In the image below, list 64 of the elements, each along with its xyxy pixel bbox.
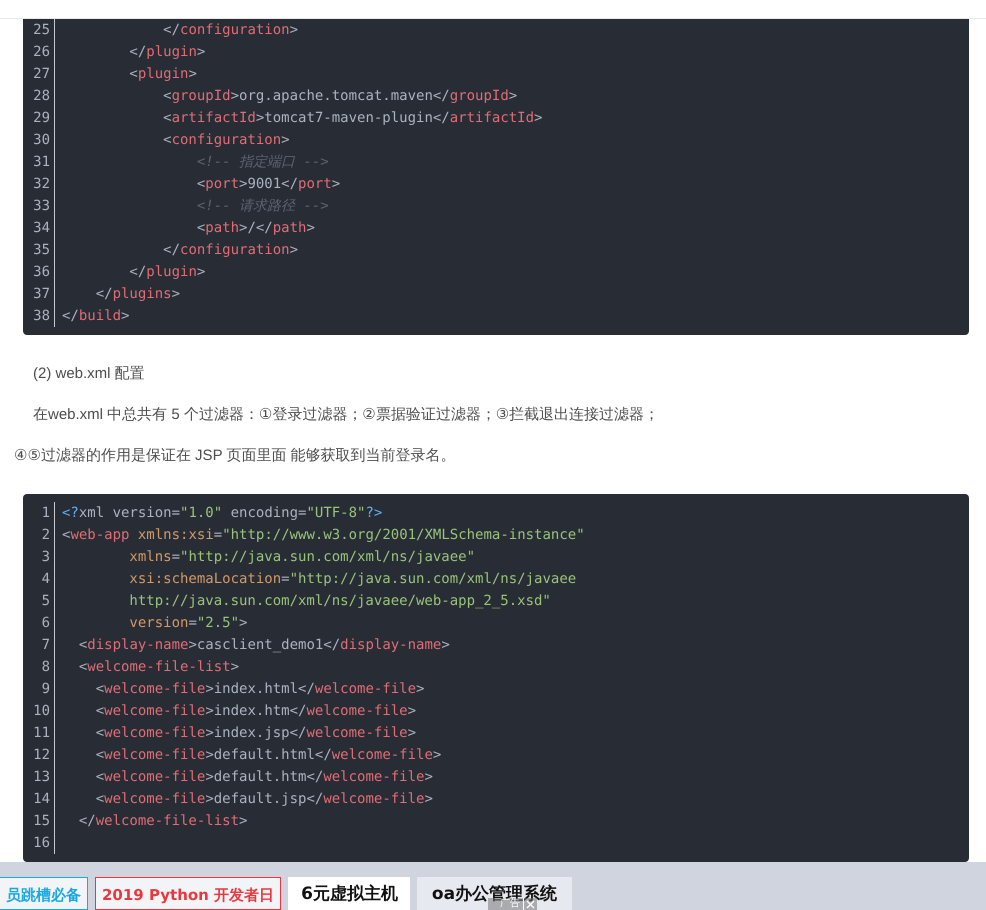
code-line: <!-- 请求路径 -->: [196, 197, 329, 216]
code-line: <welcome-file>default.htm</welcome-file>: [94, 768, 433, 787]
line-number: 15: [32, 812, 51, 831]
code-line: </plugin>: [128, 43, 206, 62]
code-line: version="2.5">: [128, 614, 248, 633]
ad-link[interactable]: 2019 Python 开发者日: [95, 877, 282, 910]
code-line: <display-name>casclient_demo1</display-name>: [78, 636, 450, 655]
paragraph: (2) web.xml 配置: [33, 364, 146, 384]
paragraph: ④⑤过滤器的作用是保证在 JSP 页面里面 能够获取到当前登录名。: [14, 446, 457, 466]
line-number: 5: [40, 592, 51, 611]
line-number: 14: [32, 790, 51, 809]
line-number: 12: [32, 746, 51, 765]
code-line: <artifactId>tomcat7-maven-plugin</artifactId>: [162, 109, 542, 128]
code-line: </build>: [62, 307, 130, 326]
code-line: </plugins>: [94, 285, 180, 304]
code-line: <welcome-file>default.html</welcome-file>: [94, 746, 442, 765]
code-line: <welcome-file>index.htm</welcome-file>: [94, 702, 416, 721]
paragraph: 在web.xml 中总共有 5 个过滤器：①登录过滤器；②票据验证过滤器；③拦截退出连接过滤器；: [33, 405, 660, 425]
line-number: 37: [32, 285, 51, 304]
code-line: <plugin>: [128, 65, 197, 84]
code-line: <!-- 指定端口 -->: [196, 153, 329, 172]
line-number: 3: [40, 548, 51, 567]
code-line: </configuration>: [162, 241, 298, 260]
code-line: <welcome-file>index.html</welcome-file>: [94, 680, 424, 699]
code-line: <port>9001</port>: [196, 175, 340, 194]
code-line: </welcome-file-list>: [78, 812, 248, 831]
code-line: <?xml version="1.0" encoding="UTF-8"?>: [62, 504, 382, 523]
code-line: http://java.sun.com/xml/ns/javaee/web-app_2_5.xsd": [128, 592, 551, 611]
line-number: 38: [32, 307, 51, 326]
line-number: 28: [32, 87, 51, 106]
line-number: 9: [40, 680, 51, 699]
line-number: 11: [32, 724, 51, 743]
line-number: 10: [32, 702, 51, 721]
line-number: 1: [40, 504, 51, 523]
ad-link[interactable]: 6元虚拟主机: [288, 877, 410, 910]
line-number: 25: [32, 21, 51, 40]
code-line: <web-app xmlns:xsi="http://www.w3.org/2001/XMLSchema-instance": [62, 526, 585, 545]
line-number: 34: [32, 219, 51, 238]
line-number: 33: [32, 197, 51, 216]
line-number: 6: [40, 614, 51, 633]
code-line: <path>/</path>: [196, 219, 315, 238]
code-line: xmlns="http://java.sun.com/xml/ns/javaee": [128, 548, 476, 567]
code-line: </configuration>: [162, 21, 298, 40]
line-number: 4: [40, 570, 51, 589]
line-number: 7: [40, 636, 51, 655]
code-line: <welcome-file-list>: [78, 658, 240, 677]
line-number: 26: [32, 43, 51, 62]
line-number: 30: [32, 131, 51, 150]
line-number: 2: [40, 526, 51, 545]
line-number: 16: [32, 834, 51, 853]
code-line: <groupId>org.apache.tomcat.maven</groupId>: [162, 87, 518, 106]
line-number: 13: [32, 768, 51, 787]
line-number: 8: [40, 658, 51, 677]
code-line: </plugin>: [128, 263, 206, 282]
code-line: <welcome-file>default.jsp</welcome-file>: [94, 790, 433, 809]
code-line: xsi:schemaLocation="http://java.sun.com/xml/ns/javaee: [128, 570, 576, 589]
code-line: <configuration>: [162, 131, 290, 150]
line-number: 32: [32, 175, 51, 194]
line-number: 36: [32, 263, 51, 282]
code-line: <welcome-file>index.jsp</welcome-file>: [94, 724, 416, 743]
line-number: 29: [32, 109, 51, 128]
line-number: 27: [32, 65, 51, 84]
line-number: 31: [32, 153, 51, 172]
line-number: 35: [32, 241, 51, 260]
